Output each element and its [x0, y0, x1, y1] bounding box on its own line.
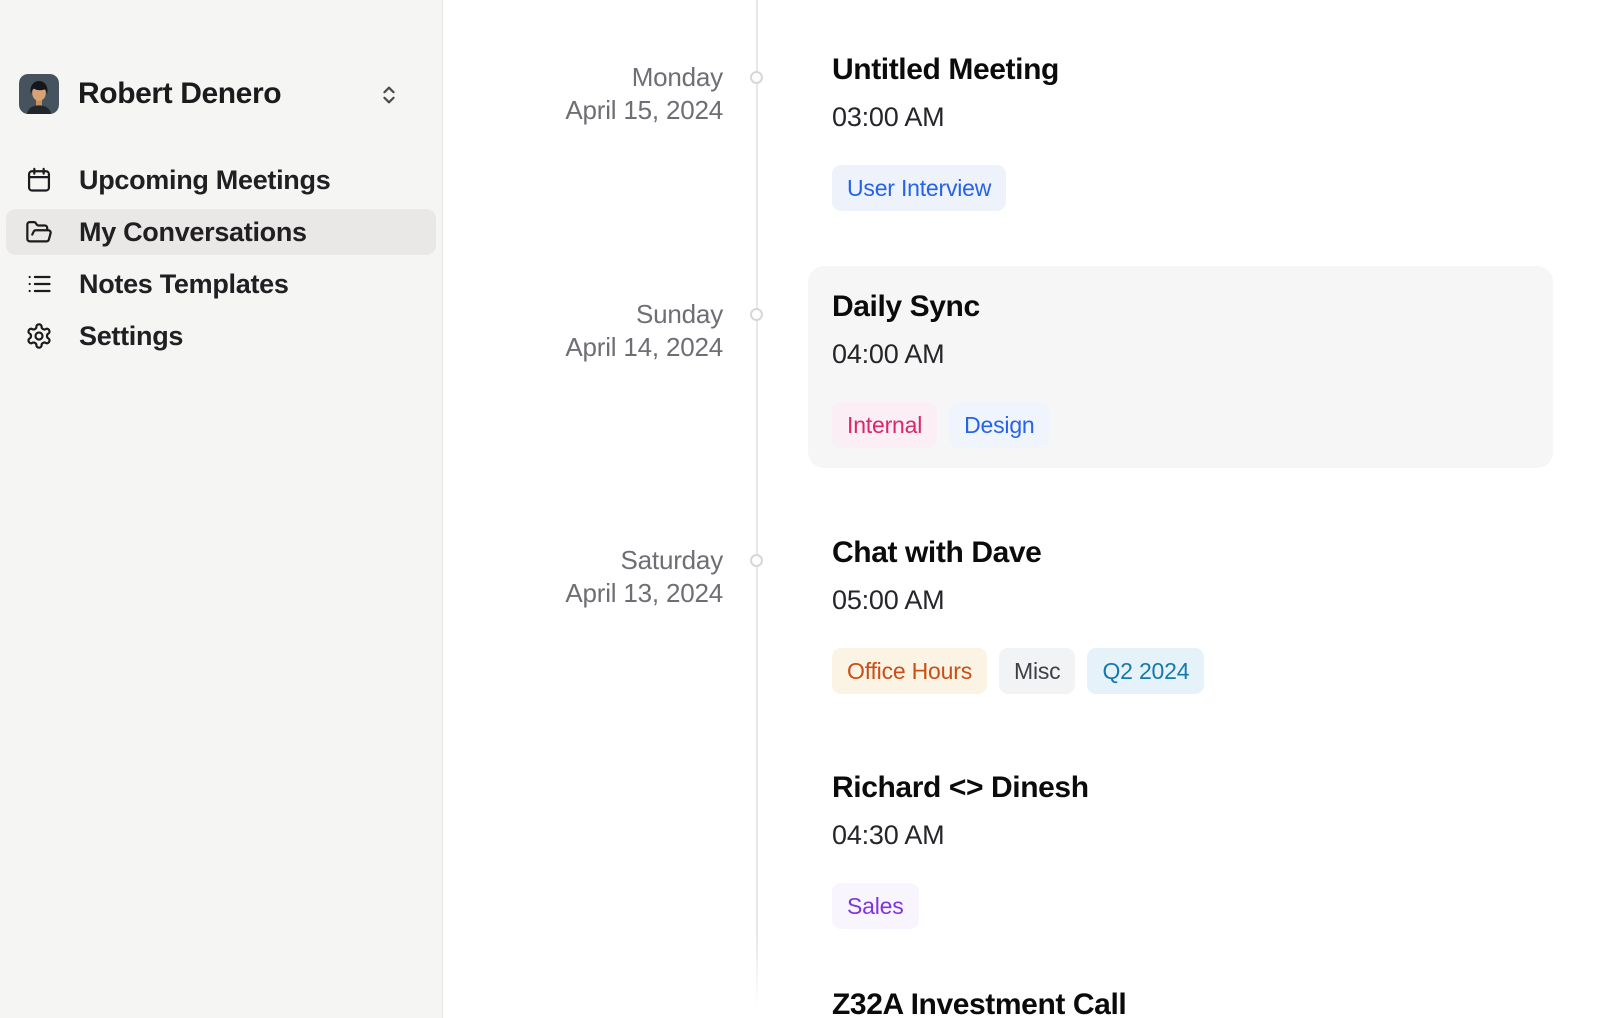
user-name: Robert Denero [78, 77, 281, 111]
meeting-title: Daily Sync [832, 286, 1529, 328]
date-gutter: SundayApril 14, 2024 [443, 266, 756, 468]
meeting-time: 05:00 AM [832, 582, 1529, 618]
group-date: April 14, 2024 [443, 331, 723, 364]
group-meetings: Untitled Meeting 03:00 AM User Interview [808, 29, 1553, 231]
timeline-group: MondayApril 15, 2024 Untitled Meeting 03:0… [443, 29, 1600, 231]
group-date: April 13, 2024 [443, 577, 723, 610]
meeting-item[interactable]: Chat with Dave 05:00 AM Office Hours Misc Q2… [808, 512, 1553, 714]
chevrons-up-down-icon[interactable] [378, 82, 400, 113]
list-icon [25, 270, 53, 298]
timeline-group: SundayApril 14, 2024 Daily Sync 04:00 AM In… [443, 266, 1600, 468]
meeting-tags: Office Hours Misc Q2 2024 [832, 648, 1529, 694]
timeline-dot [750, 554, 763, 567]
meeting-title: Richard <> Dinesh [832, 767, 1529, 809]
group-date: April 15, 2024 [443, 94, 723, 127]
folder-open-icon [25, 218, 53, 246]
timeline-dot [750, 71, 763, 84]
group-day: Sunday [443, 298, 723, 331]
timeline-group: Z32A Investment Call [443, 964, 1600, 1018]
date-gutter: MondayApril 15, 2024 [443, 29, 756, 231]
group-day: Monday [443, 61, 723, 94]
sidebar-nav: Upcoming Meetings My Conversations Notes T… [0, 157, 442, 359]
group-meetings: Daily Sync 04:00 AM Internal Design [808, 266, 1553, 468]
sidebar-item-label: My Conversations [79, 217, 307, 248]
meeting-tags: Internal Design [832, 402, 1529, 448]
date-gutter [443, 964, 756, 1018]
meeting-title: Chat with Dave [832, 532, 1529, 574]
calendar-icon [25, 166, 53, 194]
tag-pill[interactable]: Misc [999, 648, 1075, 694]
meeting-item[interactable]: Richard <> Dinesh 04:30 AM Sales [808, 747, 1553, 949]
app-window: Robert Denero Upcoming Meetings My Conver… [0, 0, 1600, 1018]
sidebar-item-label: Upcoming Meetings [79, 165, 330, 196]
group-day: Saturday [443, 544, 723, 577]
tag-pill[interactable]: Internal [832, 402, 937, 448]
meeting-item[interactable]: Z32A Investment Call [808, 964, 1553, 1018]
timeline-group: SaturdayApril 13, 2024 Chat with Dave 05:0… [443, 512, 1600, 949]
gear-icon [25, 322, 53, 350]
timeline-dot [750, 308, 763, 321]
meeting-item[interactable]: Untitled Meeting 03:00 AM User Interview [808, 29, 1553, 231]
meeting-tags: User Interview [832, 165, 1529, 211]
meeting-tags: Sales [832, 883, 1529, 929]
sidebar-item-my-conversations[interactable]: My Conversations [6, 209, 436, 255]
date-gutter: SaturdayApril 13, 2024 [443, 512, 756, 949]
sidebar: Robert Denero Upcoming Meetings My Conver… [0, 0, 443, 1018]
meeting-title: Untitled Meeting [832, 49, 1529, 91]
main-content: MondayApril 15, 2024 Untitled Meeting 03:0… [443, 0, 1600, 1018]
sidebar-item-label: Notes Templates [79, 269, 289, 300]
meeting-title: Z32A Investment Call [832, 984, 1529, 1018]
user-profile-selector[interactable]: Robert Denero [19, 74, 422, 114]
tag-pill[interactable]: Q2 2024 [1087, 648, 1204, 694]
sidebar-item-label: Settings [79, 321, 183, 352]
meeting-time: 04:30 AM [832, 817, 1529, 853]
tag-pill[interactable]: Office Hours [832, 648, 987, 694]
meeting-item[interactable]: Daily Sync 04:00 AM Internal Design [808, 266, 1553, 468]
group-meetings: Chat with Dave 05:00 AM Office Hours Misc Q2… [808, 512, 1553, 949]
meeting-time: 03:00 AM [832, 99, 1529, 135]
sidebar-item-settings[interactable]: Settings [6, 313, 436, 359]
avatar [19, 74, 59, 114]
sidebar-item-upcoming-meetings[interactable]: Upcoming Meetings [6, 157, 436, 203]
timeline-groups: MondayApril 15, 2024 Untitled Meeting 03:0… [443, 0, 1600, 1018]
sidebar-item-notes-templates[interactable]: Notes Templates [6, 261, 436, 307]
tag-pill[interactable]: User Interview [832, 165, 1006, 211]
tag-pill[interactable]: Sales [832, 883, 919, 929]
group-meetings: Z32A Investment Call [808, 964, 1553, 1018]
tag-pill[interactable]: Design [949, 402, 1049, 448]
meeting-time: 04:00 AM [832, 336, 1529, 372]
